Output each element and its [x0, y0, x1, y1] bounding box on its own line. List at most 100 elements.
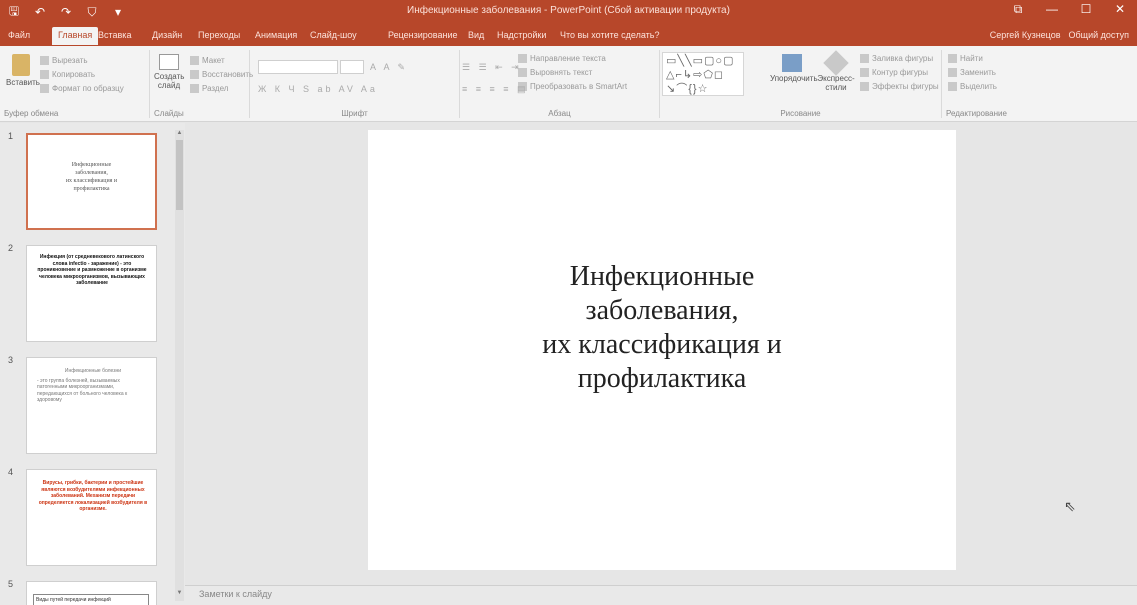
thumbnail-text: Виды путей передачи инфекций [33, 594, 149, 605]
tab-view[interactable]: Вид [468, 30, 484, 40]
quick-styles-label: Экспресс-стили [817, 74, 855, 92]
section-icon [190, 84, 199, 94]
search-icon [948, 54, 957, 64]
tab-animations[interactable]: Анимация [255, 30, 297, 40]
account-name[interactable]: Сергей Кузнецов [990, 30, 1061, 40]
shape-effects-label: Эффекты фигуры [872, 82, 939, 91]
shape-effects-button[interactable]: Эффекты фигуры [860, 82, 939, 92]
copy-label: Копировать [52, 70, 96, 79]
arrange-label: Упорядочить [770, 74, 818, 83]
close-button[interactable]: ✕ [1107, 2, 1133, 17]
slide-thumbnail-5[interactable]: Виды путей передачи инфекций [26, 581, 157, 605]
shapes-gallery[interactable]: ▭╲╲▭▢○▢ △⌐↳⇨⬠◻ ↘⌒{}☆ [662, 52, 744, 96]
reset-button[interactable]: Восстановить [190, 70, 254, 80]
reset-label: Восстановить [202, 70, 254, 79]
group-editing: Найти Заменить Выделить Редактирование [942, 50, 1052, 118]
notes-pane[interactable]: Заметки к слайду [185, 585, 1137, 605]
slide-thumbnail-2[interactable]: Инфекция (от средневекового латинского с… [26, 245, 157, 342]
shape-outline-label: Контур фигуры [872, 68, 928, 77]
slide-thumbnail-1[interactable]: Инфекционные заболевания, их классификац… [26, 133, 157, 230]
notes-placeholder[interactable]: Заметки к слайду [199, 589, 272, 599]
layout-icon [190, 56, 199, 66]
maximize-button[interactable]: ☐ [1073, 2, 1099, 17]
cut-button[interactable]: Вырезать [40, 56, 88, 66]
copy-icon [40, 70, 49, 80]
tell-me-search[interactable]: Что вы хотите сделать? [560, 30, 660, 40]
align-buttons[interactable]: ≡ ≡ ≡ ≡ ▤ [462, 84, 529, 95]
shape-fill-button[interactable]: Заливка фигуры [860, 54, 933, 64]
tab-file[interactable]: Файл [8, 30, 30, 40]
cut-label: Вырезать [52, 56, 88, 65]
ribbon: Вставить Вырезать Копировать Формат по о… [0, 46, 1137, 122]
scroll-thumb[interactable] [176, 140, 183, 210]
slide-number: 3 [8, 355, 14, 365]
shape-outline-button[interactable]: Контур фигуры [860, 68, 928, 78]
slide-thumbnail-3[interactable]: Инфекционные болезни - это группа болезн… [26, 357, 157, 454]
slide-title-line: Инфекционные [569, 261, 755, 292]
tab-insert[interactable]: Вставка [98, 30, 131, 40]
align-text-label: Выровнять текст [530, 68, 593, 77]
layout-button[interactable]: Макет [190, 56, 225, 66]
convert-smartart-button[interactable]: Преобразовать в SmartArt [518, 82, 628, 92]
format-painter-label: Формат по образцу [52, 84, 124, 93]
select-label: Выделить [960, 82, 997, 91]
tab-design[interactable]: Дизайн [152, 30, 182, 40]
clipboard-group-label: Буфер обмена [4, 109, 59, 118]
tab-transitions[interactable]: Переходы [198, 30, 240, 40]
arrange-icon [782, 54, 802, 72]
text-direction-label: Направление текста [530, 54, 606, 63]
find-button[interactable]: Найти [948, 54, 983, 64]
replace-button[interactable]: Заменить [948, 68, 996, 78]
tab-home[interactable]: Главная [52, 27, 99, 45]
window-controls: ⧉ — ☐ ✕ [1005, 2, 1133, 17]
text-direction-button[interactable]: Направление текста [518, 54, 606, 64]
current-slide[interactable]: Инфекционные заболевания, их классификац… [368, 130, 956, 570]
title-bar: 🖫 ↶ ↷ ⛉ ▾ Инфекционные заболевания - Pow… [0, 0, 1137, 25]
slide-thumbnail-4[interactable]: Вирусы, грибки, бактерии и простейшие яв… [26, 469, 157, 566]
reset-icon [190, 70, 199, 80]
thumbnail-title: Инфекционные заболевания, их классификац… [28, 161, 155, 193]
share-button[interactable]: Общий доступ [1069, 30, 1129, 40]
font-name-input[interactable] [258, 60, 338, 74]
new-slide-button[interactable]: Создать слайд [154, 54, 184, 90]
quick-styles-button[interactable]: Экспресс-стили [816, 50, 856, 92]
thumbnail-text: Вирусы, грибки, бактерии и простейшие яв… [38, 480, 148, 512]
copy-button[interactable]: Копировать [40, 70, 96, 80]
scroll-down-icon[interactable]: ▼ [175, 585, 184, 601]
mouse-pointer-icon: ⇖ [1064, 498, 1076, 514]
drawing-group-label: Рисование [780, 109, 821, 118]
paste-button[interactable]: Вставить [6, 54, 40, 87]
font-size-input[interactable] [340, 60, 364, 74]
section-button[interactable]: Раздел [190, 84, 228, 94]
outline-icon [860, 68, 869, 78]
tab-slideshow[interactable]: Слайд-шоу [310, 30, 357, 40]
arrange-button[interactable]: Упорядочить [770, 54, 818, 83]
slide-title-line: их классификация и [542, 329, 782, 360]
slide-number: 5 [8, 579, 14, 589]
editing-group-label: Редактирование [946, 109, 1007, 118]
new-slide-label: Создать слайд [154, 72, 185, 90]
paste-icon [12, 54, 30, 76]
slide-number: 1 [8, 131, 14, 141]
slide-number: 2 [8, 243, 14, 253]
thumb-line: их классификация и [65, 178, 118, 184]
minimize-button[interactable]: — [1039, 2, 1065, 17]
select-button[interactable]: Выделить [948, 82, 997, 92]
new-slide-icon [159, 54, 179, 70]
slide-title[interactable]: Инфекционные заболевания, их классификац… [408, 260, 916, 396]
scroll-up-icon[interactable]: ▲ [175, 130, 184, 138]
tab-addins[interactable]: Надстройки [497, 30, 546, 40]
tab-review[interactable]: Рецензирование [388, 30, 458, 40]
slide-number: 4 [8, 467, 14, 477]
group-slides: Создать слайд Макет Восстановить Раздел … [150, 50, 254, 118]
format-painter-button[interactable]: Формат по образцу [40, 84, 124, 94]
group-clipboard: Вставить Вырезать Копировать Формат по о… [0, 50, 150, 118]
ribbon-display-icon[interactable]: ⧉ [1005, 2, 1031, 17]
layout-label: Макет [202, 56, 225, 65]
font-format-buttons[interactable]: Ж К Ч S ab AV Aa [258, 84, 378, 94]
font-grow-shrink-buttons[interactable]: A A ✎ [370, 62, 408, 73]
list-buttons[interactable]: ☰ ☰ ⇤ ⇥ [462, 62, 522, 73]
thumbnail-scrollbar[interactable]: ▲ [175, 130, 184, 600]
convert-smartart-label: Преобразовать в SmartArt [530, 82, 628, 91]
align-text-button[interactable]: Выровнять текст [518, 68, 593, 78]
